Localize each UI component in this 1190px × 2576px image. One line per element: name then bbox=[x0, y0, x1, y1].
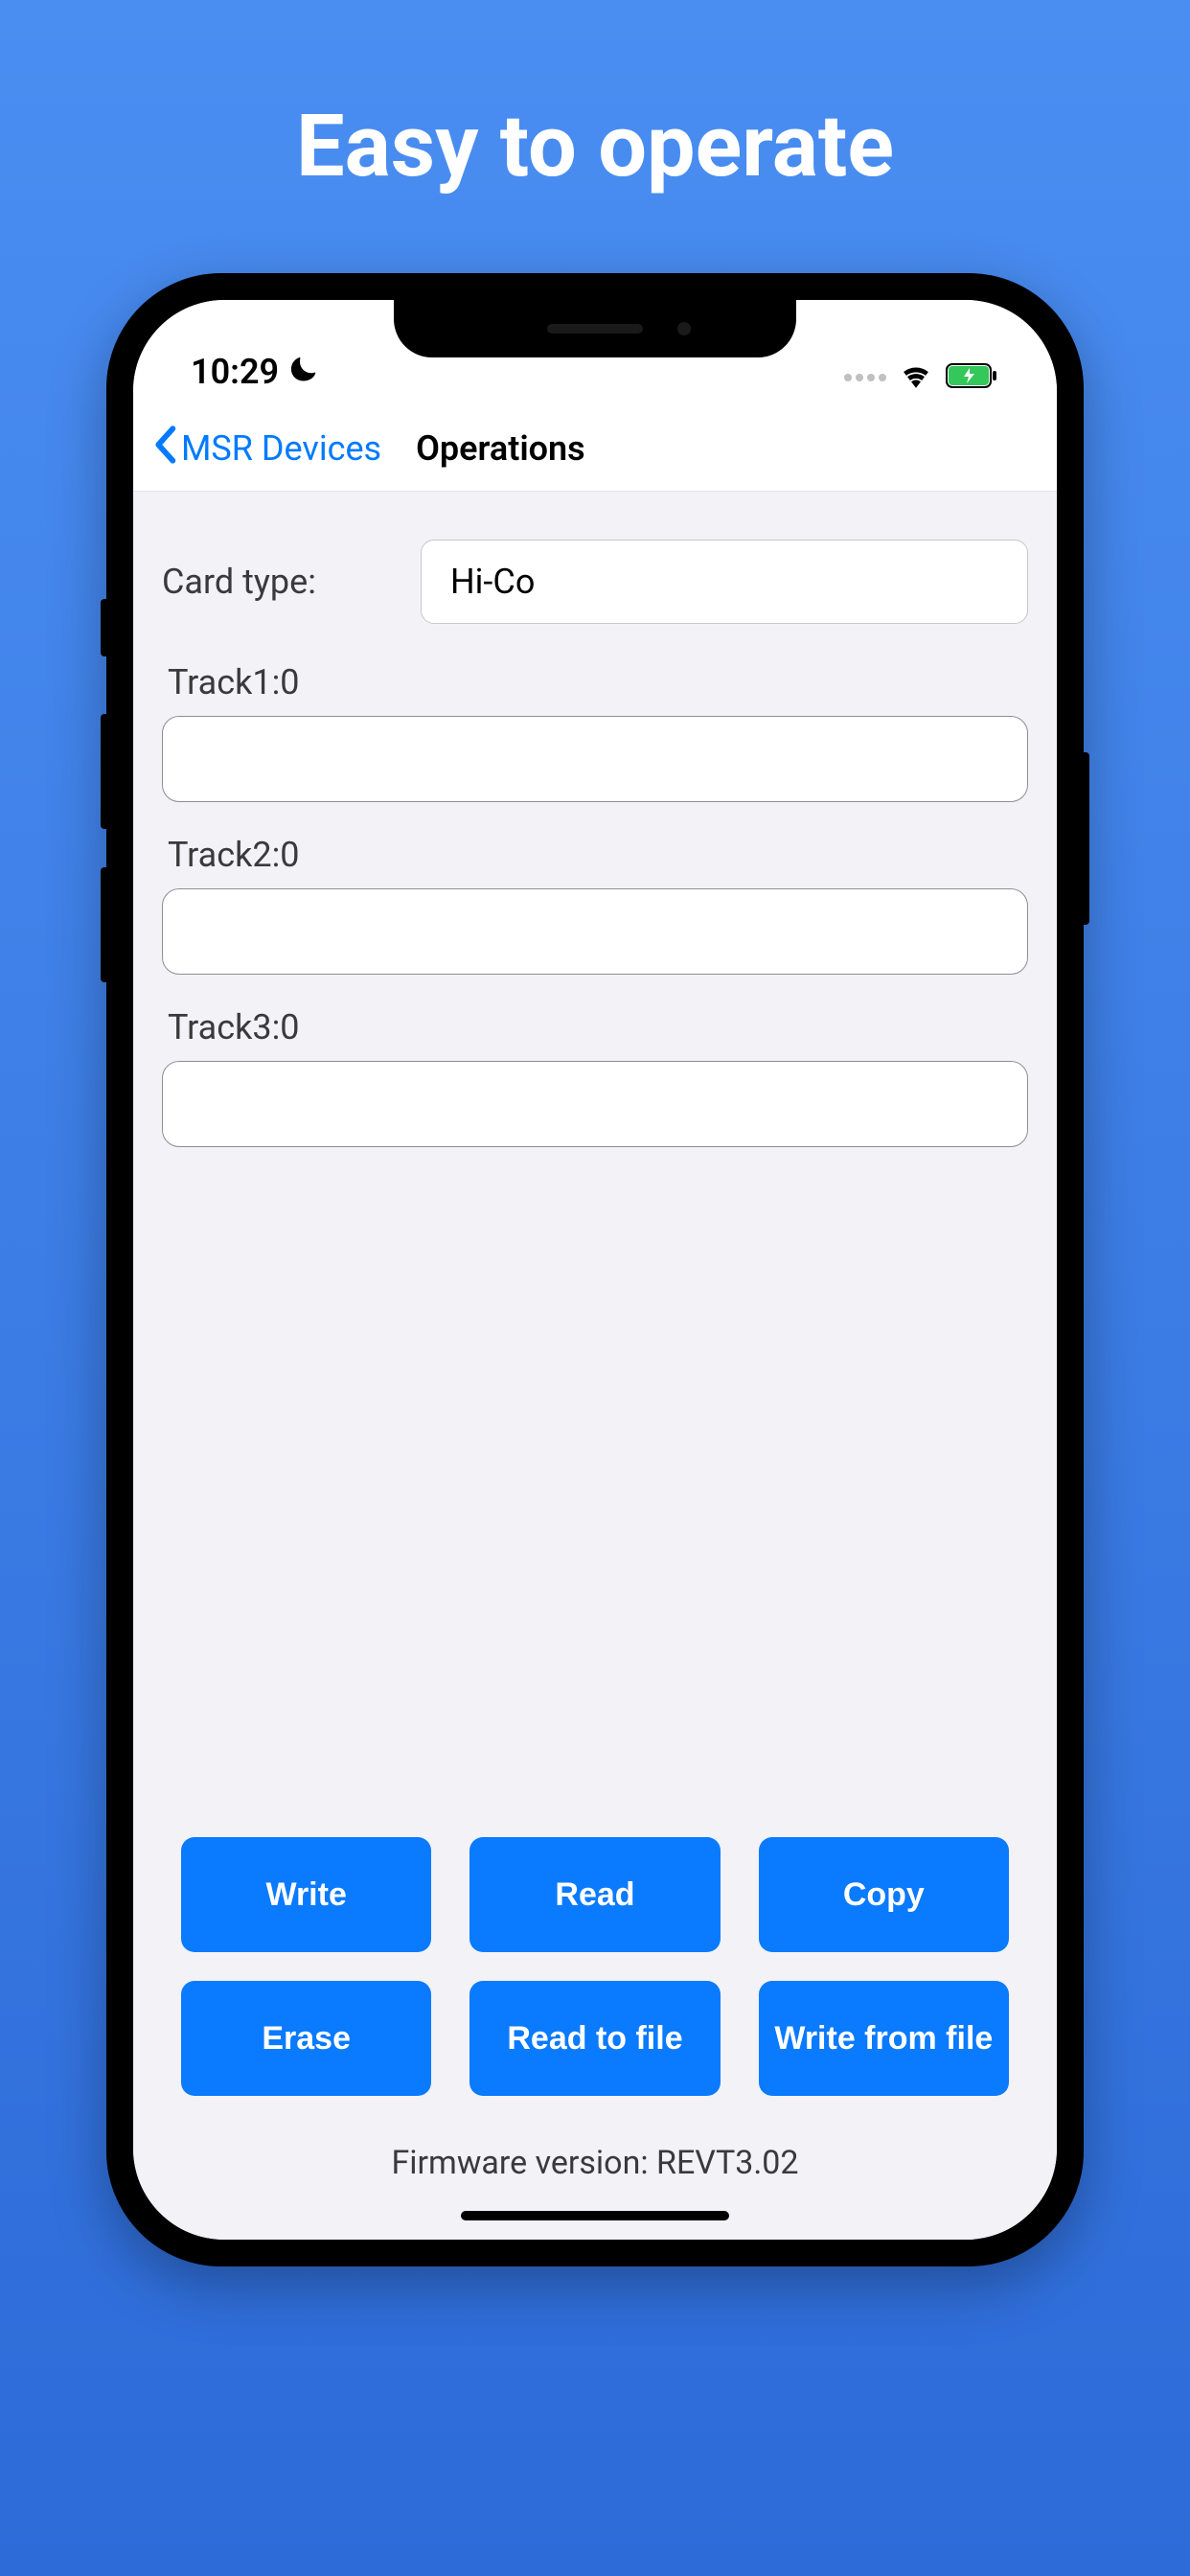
phone-power-button bbox=[1080, 752, 1089, 925]
home-indicator[interactable] bbox=[461, 2211, 729, 2220]
write-from-file-button[interactable]: Write from file bbox=[759, 1981, 1009, 2096]
status-right bbox=[844, 363, 999, 392]
marketing-headline: Easy to operate bbox=[296, 96, 894, 196]
firmware-version: Firmware version: REVT3.02 bbox=[162, 2144, 1028, 2182]
track2-label: Track2:0 bbox=[168, 835, 1028, 875]
phone-volume-down bbox=[101, 867, 110, 982]
copy-button[interactable]: Copy bbox=[759, 1837, 1009, 1952]
phone-frame: 10:29 MSR Devices bbox=[106, 273, 1084, 2266]
track3-label: Track3:0 bbox=[168, 1007, 1028, 1047]
phone-notch bbox=[394, 300, 796, 357]
cellular-dots-icon bbox=[844, 374, 886, 381]
notch-camera bbox=[677, 322, 691, 335]
notch-speaker bbox=[547, 324, 643, 334]
track3-input[interactable] bbox=[162, 1061, 1028, 1147]
erase-button[interactable]: Erase bbox=[181, 1981, 431, 2096]
action-button-grid: Write Read Copy Erase Read to file Write… bbox=[162, 1837, 1028, 2096]
track2-input[interactable] bbox=[162, 888, 1028, 975]
card-type-label: Card type: bbox=[162, 562, 421, 602]
navigation-bar: MSR Devices Operations bbox=[133, 405, 1057, 492]
status-left: 10:29 bbox=[191, 352, 317, 392]
phone-volume-up bbox=[101, 714, 110, 829]
status-time: 10:29 bbox=[191, 352, 279, 392]
read-to-file-button[interactable]: Read to file bbox=[469, 1981, 720, 2096]
card-type-row: Card type: Hi-Co bbox=[162, 540, 1028, 624]
page-title: Operations bbox=[416, 428, 585, 469]
content-area: Card type: Hi-Co Track1:0 Track2:0 Track… bbox=[133, 492, 1057, 2240]
track1-input[interactable] bbox=[162, 716, 1028, 802]
do-not-disturb-icon bbox=[288, 352, 317, 392]
read-button[interactable]: Read bbox=[469, 1837, 720, 1952]
wifi-icon bbox=[900, 363, 932, 392]
write-button[interactable]: Write bbox=[181, 1837, 431, 1952]
battery-charging-icon bbox=[946, 363, 999, 392]
card-type-select[interactable]: Hi-Co bbox=[421, 540, 1028, 624]
back-chevron-icon[interactable] bbox=[152, 421, 177, 475]
back-button[interactable]: MSR Devices bbox=[181, 428, 381, 469]
track1-label: Track1:0 bbox=[168, 662, 1028, 702]
phone-screen: 10:29 MSR Devices bbox=[133, 300, 1057, 2240]
phone-mute-switch bbox=[101, 599, 110, 656]
